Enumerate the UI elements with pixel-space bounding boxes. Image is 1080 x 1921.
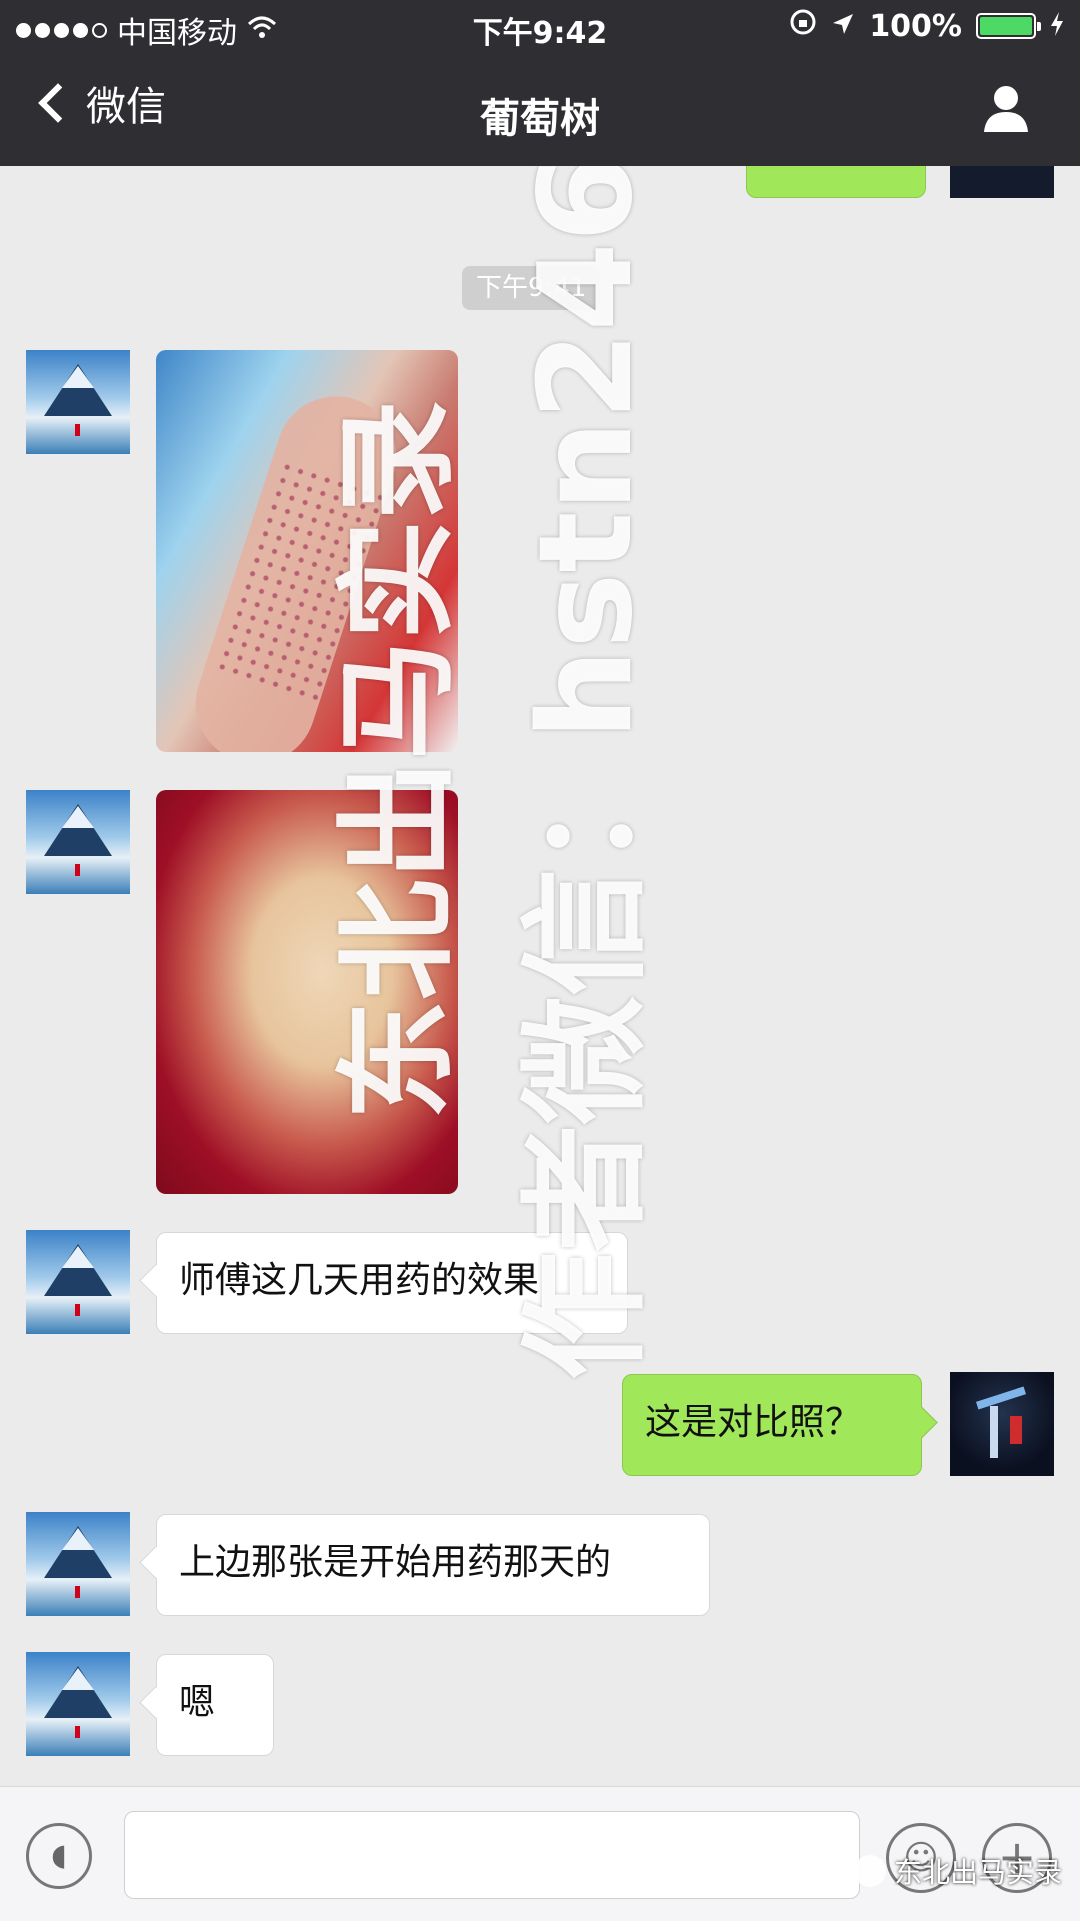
my-message-bubble[interactable]: 这是对比照？ xyxy=(622,1374,922,1476)
input-bar: ◖ ☺ + 东北出马实录 xyxy=(0,1786,1080,1921)
nav-bar: 微信 葡萄树 xyxy=(0,52,1080,166)
person-icon xyxy=(984,86,1028,132)
charging-icon xyxy=(1050,9,1064,44)
voice-icon: ◖ xyxy=(51,1838,67,1873)
battery-percent: 100% xyxy=(869,8,962,44)
location-icon xyxy=(831,9,855,44)
top-bar: 中国移动 下午9:42 100% 微信 葡萄树 xyxy=(0,0,1080,166)
message-image[interactable] xyxy=(156,790,458,1194)
contact-avatar[interactable] xyxy=(26,790,130,894)
status-bar: 中国移动 下午9:42 100% xyxy=(0,0,1080,52)
voice-input-button[interactable]: ◖ xyxy=(26,1823,92,1889)
contact-info-button[interactable] xyxy=(980,82,1032,134)
wechat-logo-icon xyxy=(853,1855,886,1887)
message-bubble[interactable]: 师傅这几天用药的效果 xyxy=(156,1232,628,1334)
source-watermark: 东北出马实录 xyxy=(853,1851,1062,1891)
message-bubble[interactable]: 嗯 xyxy=(156,1654,274,1756)
contact-avatar[interactable] xyxy=(26,1652,130,1756)
source-watermark-text: 东北出马实录 xyxy=(893,1856,1062,1889)
contact-avatar[interactable] xyxy=(26,1512,130,1616)
message-image[interactable] xyxy=(156,350,458,752)
contact-avatar[interactable] xyxy=(26,1230,130,1334)
chat-title: 葡萄树 xyxy=(480,96,600,142)
battery-icon xyxy=(976,13,1041,39)
time-divider: 下午9:41 xyxy=(462,266,601,310)
contact-avatar[interactable] xyxy=(26,350,130,454)
my-avatar[interactable] xyxy=(950,1372,1054,1476)
message-bubble[interactable]: 上边那张是开始用药那天的 xyxy=(156,1514,710,1616)
rotation-lock-icon xyxy=(789,8,817,44)
message-input[interactable] xyxy=(124,1811,860,1899)
watermark-author: 作者微信：hstn2469 xyxy=(512,64,661,1380)
